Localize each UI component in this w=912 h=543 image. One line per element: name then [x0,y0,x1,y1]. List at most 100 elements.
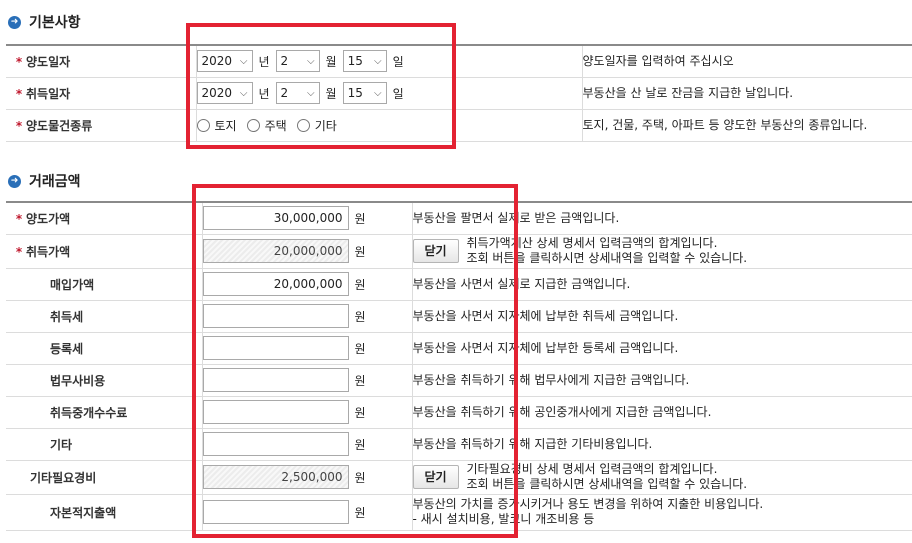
legal-fee-label: 법무사비용 [6,364,202,397]
sale-price-input[interactable]: 30,000,000 [202,206,349,231]
transfer-date-label: 양도일자 [26,54,71,69]
acquire-day-select[interactable]: 15 ⌵ [342,82,387,104]
acquire-year-value: 2020 [201,86,233,100]
row-other-cost: 기타 원 부동산을 취득하기 위해 지급한 기타비용입니다. [6,428,912,461]
registration-tax-input[interactable] [202,336,349,360]
purchase-price-input-cell: 20,000,000 원 [201,268,412,301]
other-expenses-label: 기타필요경비 [6,460,202,495]
acquire-month-value: 2 [280,86,289,100]
brokerage-fee-label: 취득중개수수료 [6,396,202,429]
transfer-day-value: 15 [347,54,363,69]
capital-expenditure-input-cell: 원 [201,494,412,531]
acquisition-tax-label: 취득세 [6,300,202,333]
section-title-transaction-text: 거래금액 [29,174,81,190]
registration-tax-desc: 부동산을 사면서 지자체에 납부한 등록세 금액입니다. [411,332,912,365]
row-capital-expenditure: 자본적지출액 원 부동산의 가치를 증가시키거나 용도 변경을 위하여 지출한 … [6,494,912,531]
radio-circle-icon [296,118,310,132]
won-unit: 원 [354,341,366,356]
row-legal-fee: 법무사비용 원 부동산을 취득하기 위해 법무사에게 지급한 금액입니다. [6,364,912,397]
radio-circle-icon [246,118,260,132]
month-unit: 월 [325,86,337,101]
property-type-label: 양도물건종류 [26,118,93,133]
property-type-radios: 토지 주택 기타 [195,109,582,142]
row-sale-price: * 양도가액 30,000,000 원 부동산을 팔면서 실제로 받은 금액입니다. [6,201,912,235]
capital-expenditure-label: 자본적지출액 [6,494,202,531]
acquire-year-select[interactable]: 2020 ⌵ [196,82,253,104]
radio-other[interactable]: 기타 [296,117,337,134]
label-cell: * 취득가액 [6,234,202,269]
purchase-price-label: 매입가액 [6,268,202,301]
registration-tax-input-cell: 원 [201,332,412,365]
row-transfer-date: * 양도일자 2020 ⌵ 년 2 ⌵ 월 15 ⌵ 일 양도일자를 입력하여 주십시오 [6,44,912,78]
acquisition-price-desc-cell: 닫기 취득가액계산 상세 명세서 입력금액의 합계입니다. 조회 버튼을 클릭하시면… [411,234,912,269]
acquire-date-inputs: 2020 ⌵ 년 2 ⌵ 월 15 ⌵ 일 [195,77,582,110]
won-unit: 원 [354,309,366,324]
property-type-desc: 토지, 건물, 주택, 아파트 등 양도한 부동산의 종류입니다. [581,109,912,142]
won-unit: 원 [354,505,366,520]
other-cost-input[interactable] [202,432,349,456]
other-expenses-desc-line1: 기타필요경비 상세 명세서 입력금액의 합계입니다. [466,462,718,476]
other-expenses-desc-line2: 조회 버튼을 클릭하시면 상세내역을 입력할 수 있습니다. [466,477,748,491]
radio-house[interactable]: 주택 [246,117,287,134]
row-purchase-price: 매입가액 20,000,000 원 부동산을 사면서 실제로 지급한 금액입니다. [6,268,912,301]
section-title-transaction: ➜ 거래금액 [8,171,81,191]
transfer-year-value: 2020 [201,54,233,69]
radio-land-label: 토지 [214,118,237,133]
capital-expenditure-desc-cell: 부동산의 가치를 증가시키거나 용도 변경을 위하여 지출한 비용입니다. - 새… [411,494,912,531]
row-acquire-date: * 취득일자 2020 ⌵ 년 2 ⌵ 월 15 ⌵ 일 부동산을 산 날로 잔금을 지급한 날입… [6,77,912,110]
acquisition-price-label: 취득가액 [26,244,71,259]
acquisition-tax-input-cell: 원 [201,300,412,333]
capital-expenditure-desc-line2: - 새시 설치비용, 발코니 개조비용 등 [412,512,595,526]
chevron-down-icon: ⌵ [374,55,382,67]
acquire-day-value: 15 [347,86,363,100]
close-detail-button[interactable]: 닫기 [412,239,459,263]
label-cell: * 양도일자 [6,44,196,78]
arrow-right-bullet-icon: ➜ [8,174,21,188]
brokerage-fee-desc: 부동산을 취득하기 위해 공인중개사에게 지급한 금액입니다. [411,396,912,429]
transfer-year-select[interactable]: 2020 ⌵ [196,50,253,73]
transfer-day-select[interactable]: 15 ⌵ [342,50,387,73]
transfer-month-select[interactable]: 2 ⌵ [275,50,320,73]
acquire-month-select[interactable]: 2 ⌵ [275,82,320,104]
other-expenses-desc-cell: 닫기 기타필요경비 상세 명세서 입력금액의 합계입니다. 조회 버튼을 클릭하시면… [411,460,912,495]
brokerage-fee-input[interactable] [202,400,349,424]
section-title-basic: ➜ 기본사항 [8,12,81,32]
other-expenses-input-cell: 2,500,000 원 [201,460,412,495]
chevron-down-icon: ⌵ [306,55,315,67]
month-unit: 월 [325,54,337,69]
acquire-date-desc: 부동산을 산 날로 잔금을 지급한 날입니다. [581,77,912,110]
transfer-month-value: 2 [280,54,289,69]
year-unit: 년 [258,54,270,69]
row-other-expenses: 기타필요경비 2,500,000 원 닫기 기타필요경비 상세 명세서 입력금액의 … [6,460,912,495]
arrow-right-bullet-icon: ➜ [8,15,21,29]
required-asterisk-icon: * [15,86,23,101]
won-unit: 원 [354,405,366,420]
row-acquisition-tax: 취득세 원 부동산을 사면서 지자체에 납부한 취득세 금액입니다. [6,300,912,333]
chevron-down-icon: ⌵ [374,87,382,99]
acquisition-price-input: 20,000,000 [202,239,349,263]
label-cell: * 양도물건종류 [6,109,196,142]
other-cost-input-cell: 원 [201,428,412,461]
won-unit: 원 [354,373,366,388]
required-asterisk-icon: * [15,211,23,226]
radio-other-label: 기타 [314,118,337,133]
acquisition-tax-desc: 부동산을 사면서 지자체에 납부한 취득세 금액입니다. [411,300,912,333]
capital-expenditure-desc-line1: 부동산의 가치를 증가시키거나 용도 변경을 위하여 지출한 비용입니다. [412,497,764,511]
label-cell: * 취득일자 [6,77,196,110]
row-registration-tax: 등록세 원 부동산을 사면서 지자체에 납부한 등록세 금액입니다. [6,332,912,365]
sale-price-input-cell: 30,000,000 원 [201,201,412,235]
required-asterisk-icon: * [15,54,23,69]
won-unit: 원 [354,437,366,452]
won-unit: 원 [354,211,366,226]
transfer-date-desc: 양도일자를 입력하여 주십시오 [581,44,912,78]
acquisition-tax-input[interactable] [202,304,349,328]
day-unit: 일 [392,54,404,69]
capital-expenditure-input[interactable] [202,500,349,524]
purchase-price-input[interactable]: 20,000,000 [202,272,349,296]
row-acquisition-price: * 취득가액 20,000,000 원 닫기 취득가액계산 상세 명세서 입력금액의 … [6,234,912,269]
legal-fee-input[interactable] [202,368,349,392]
close-detail-button[interactable]: 닫기 [412,465,459,489]
radio-land[interactable]: 토지 [196,117,237,134]
required-asterisk-icon: * [15,118,23,133]
transaction-table: * 양도가액 30,000,000 원 부동산을 팔면서 실제로 받은 금액입니다.… [6,201,912,531]
